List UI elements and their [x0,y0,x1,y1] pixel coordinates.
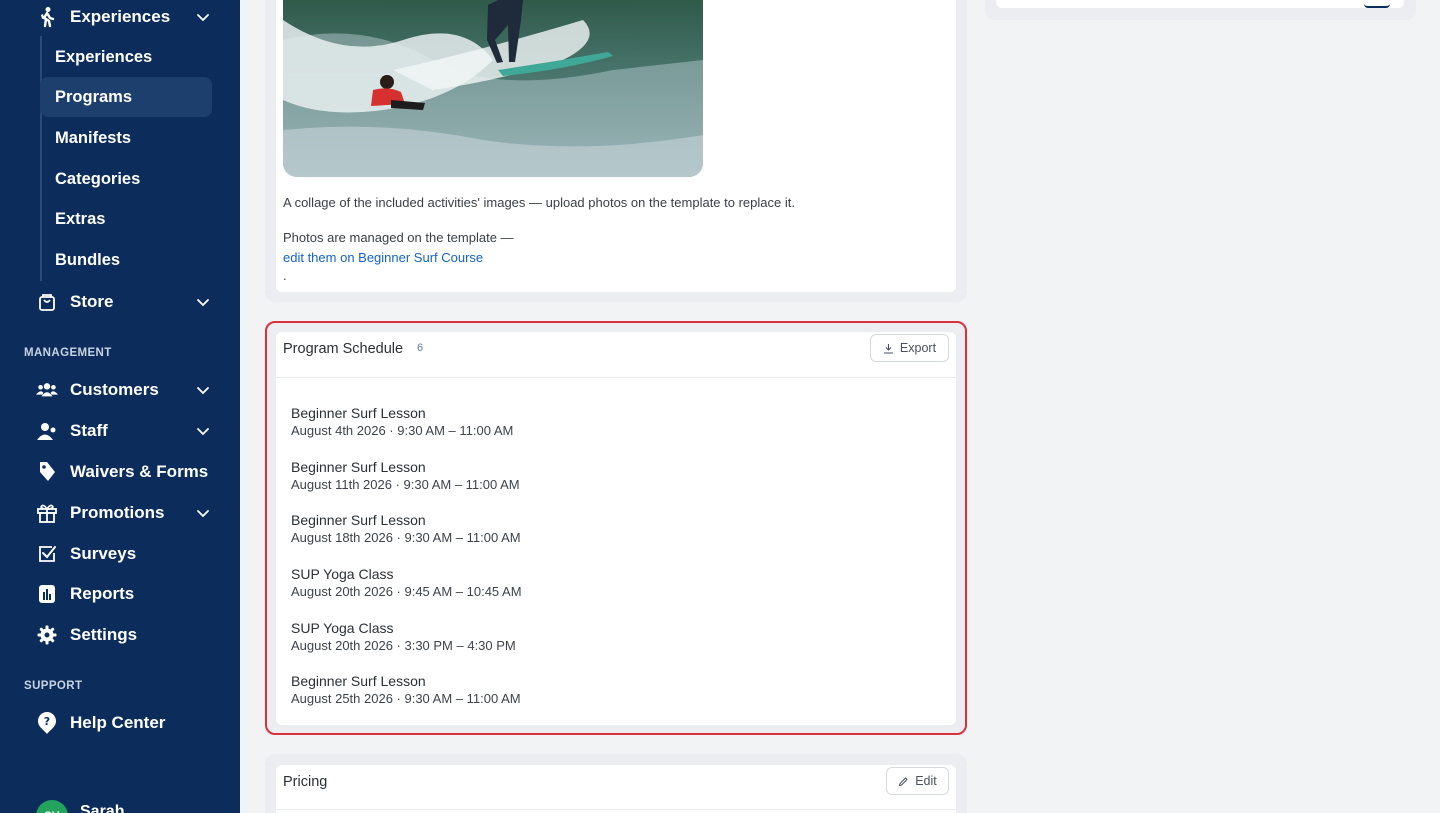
session-time: August 18th 2026 · 9:30 AM – 11:00 AM [291,530,521,545]
session-name: Beginner Surf Lesson [291,459,426,475]
sidebar-item-label: Experiences [55,47,153,66]
list-item[interactable]: Beginner Surf Lesson August 11th 2026 · … [291,458,520,494]
photos-managed-text: Photos are managed on the template — [283,230,514,245]
section-label-support: SUPPORT [24,680,83,692]
sidebar-item-experiences[interactable]: Experiences [40,37,212,77]
nav-label: Customers [70,380,159,399]
help-icon: ? [36,712,58,734]
nav-experiences-group[interactable]: Experiences [36,0,216,35]
tag-icon [36,461,58,483]
gear-icon [36,624,58,646]
pricing-card [276,765,956,813]
sidebar-item-label: Extras [55,209,106,228]
sidebar-item-label: Manifests [55,128,132,147]
nav-staff[interactable]: Staff [36,413,216,449]
nav-settings[interactable]: Settings [36,617,216,653]
staff-icon [36,420,58,442]
activity-collage-image [283,0,703,177]
sidebar-item-label: Programs [55,87,133,106]
list-item[interactable]: SUP Yoga Class August 20th 2026 · 3:30 P… [291,619,516,655]
nav-customers[interactable]: Customers [36,372,216,408]
edit-pricing-button[interactable]: Edit [886,767,949,795]
list-item[interactable]: Beginner Surf Lesson August 18th 2026 · … [291,511,521,547]
list-item[interactable]: SUP Yoga Class August 20th 2026 · 9:45 A… [291,565,522,601]
session-name: Beginner Surf Lesson [291,405,426,421]
right-card [996,0,1404,8]
gift-icon [36,502,58,524]
nav-label: Help Center [70,713,166,732]
session-time: August 25th 2026 · 9:30 AM – 11:00 AM [291,691,521,706]
shopping-bag-icon [36,291,58,313]
sidebar-item-categories[interactable]: Categories [40,159,212,199]
section-label-management: MANAGEMENT [24,347,112,359]
sidebar-item-bundles[interactable]: Bundles [40,240,212,280]
sidebar-item-programs[interactable]: Programs [40,77,212,117]
session-time: August 4th 2026 · 9:30 AM – 11:00 AM [291,423,514,438]
chevron-down-icon[interactable] [194,504,212,522]
list-item[interactable]: Beginner Surf Lesson August 25th 2026 · … [291,672,521,708]
pencil-icon [899,776,908,786]
chevron-down-icon[interactable] [194,381,212,399]
nav-reports[interactable]: Reports [36,576,216,612]
right-card-control[interactable] [1364,2,1390,8]
session-time: August 20th 2026 · 9:45 AM – 10:45 AM [291,584,522,599]
chevron-down-icon[interactable] [194,293,212,311]
surf-photo-illustration [283,0,703,177]
right-panel [985,0,1416,20]
user-name: Sarah [80,803,125,813]
sidebar-item-label: Bundles [55,250,121,269]
list-item[interactable]: Beginner Surf Lesson August 4th 2026 · 9… [291,404,513,440]
nav-label: Reports [70,584,135,603]
chevron-down-icon[interactable] [194,422,212,440]
avatar[interactable]: SU [36,800,68,813]
hiking-icon [36,6,58,28]
chevron-down-icon[interactable] [194,8,212,26]
nav-label: Experiences [70,7,171,26]
nav-help-center[interactable]: ? Help Center [36,705,216,741]
photos-trailing-text: . [283,268,287,283]
edit-label: Edit [915,774,937,788]
svg-text:?: ? [44,715,50,728]
export-label: Export [899,341,937,355]
sidebar-item-label: Categories [55,169,141,188]
sidebar-item-extras[interactable]: Extras [40,199,212,239]
schedule-count-badge: 6 [417,342,424,354]
nav-label: Surveys [70,544,137,563]
nav-label: Promotions [70,503,165,522]
schedule-divider [276,377,956,378]
users-icon [36,379,58,401]
nav-promotions[interactable]: Promotions [36,495,216,531]
checkbox-icon [36,543,58,565]
sidebar-item-manifests[interactable]: Manifests [40,118,212,158]
nav-label: Settings [70,625,138,644]
session-name: Beginner Surf Lesson [291,673,426,689]
nav-label: Store [70,292,114,311]
bar-chart-icon [36,583,58,605]
session-name: SUP Yoga Class [291,620,394,636]
nav-label: Waivers & Forms [70,462,209,481]
nav-surveys[interactable]: Surveys [36,536,216,572]
session-name: SUP Yoga Class [291,566,394,582]
edit-template-link[interactable]: edit them on Beginner Surf Course [283,250,483,265]
pricing-title: Pricing [283,774,328,790]
photos-caption: A collage of the included activities' im… [283,195,795,210]
nav-waivers-forms[interactable]: Waivers & Forms [36,454,216,490]
nav-store[interactable]: Store [36,284,216,320]
pricing-divider [276,809,956,810]
download-icon [883,343,893,354]
sidebar: Experiences Experiences Programs Manifes… [0,0,240,813]
nav-label: Staff [70,421,108,440]
export-button[interactable]: Export [870,334,949,362]
session-time: August 11th 2026 · 9:30 AM – 11:00 AM [291,477,520,492]
session-name: Beginner Surf Lesson [291,512,426,528]
schedule-title: Program Schedule [283,341,404,357]
session-time: August 20th 2026 · 3:30 PM – 4:30 PM [291,638,516,653]
